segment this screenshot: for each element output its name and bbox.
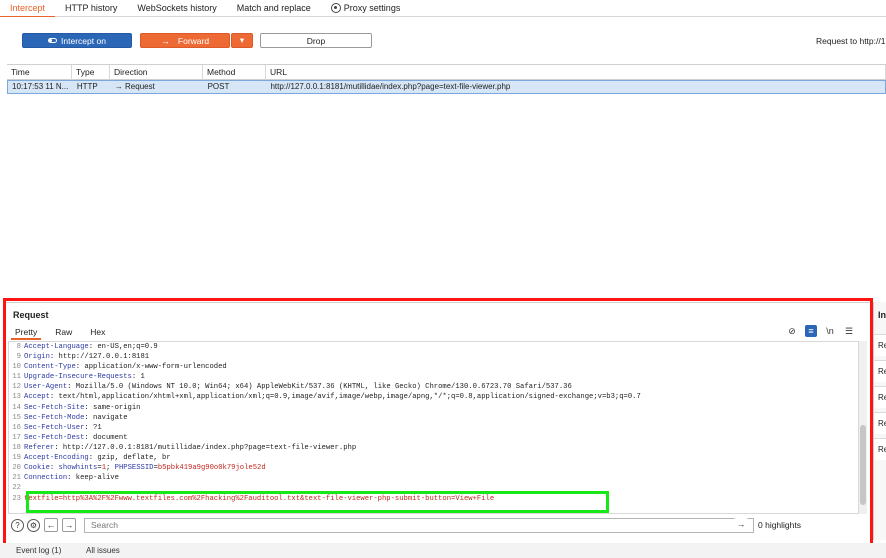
- arrow-right-icon: →: [114, 82, 126, 91]
- inspector-row[interactable]: Re: [874, 386, 886, 408]
- table-row[interactable]: 10:17:53 11 N... HTTP → Request POST htt…: [7, 80, 886, 94]
- cell-url: http://127.0.0.1:8181/mutillidae/index.p…: [270, 82, 511, 91]
- inspector-row[interactable]: Re: [874, 334, 886, 356]
- inspector-row[interactable]: Re: [874, 438, 886, 460]
- arrow-right-icon: →: [160, 35, 170, 46]
- gear-icon: [330, 3, 341, 13]
- tab-http-history[interactable]: HTTP history: [55, 0, 127, 17]
- forward-label: Forward: [177, 35, 210, 46]
- inspector-title: Ins: [878, 310, 886, 320]
- table-header: Time Type Direction Method URL: [7, 65, 886, 80]
- forward-button[interactable]: → Forward: [140, 33, 230, 48]
- request-target-label: Request to http://1: [816, 36, 886, 46]
- cell-method: POST: [207, 82, 230, 91]
- toggle-icon: [48, 38, 58, 43]
- intercept-toggle-button[interactable]: Intercept on: [22, 33, 132, 48]
- tab-proxy-settings[interactable]: Proxy settings: [321, 0, 411, 17]
- inspector-row[interactable]: Re: [874, 412, 886, 434]
- intercept-label: Intercept on: [61, 35, 106, 46]
- bottom-bar: Event log (1) All issues: [0, 543, 886, 558]
- tab-intercept[interactable]: Intercept: [0, 0, 56, 18]
- column-header-method[interactable]: Method: [203, 65, 266, 80]
- chevron-down-icon: ▾: [239, 35, 245, 45]
- intercept-toolbar: Intercept on → Forward ▾ Drop Request to…: [0, 17, 886, 62]
- cell-direction: → Request: [111, 81, 204, 93]
- tab-event-log[interactable]: Event log (1): [16, 546, 61, 555]
- inspector-panel: Ins Re Re Re Re Re: [873, 302, 886, 540]
- intercept-table: Time Type Direction Method URL 10:17:53 …: [7, 64, 886, 296]
- proxy-tabs: Intercept HTTP history WebSockets histor…: [0, 0, 886, 18]
- request-highlight-box: [3, 298, 873, 548]
- column-header-type[interactable]: Type: [72, 65, 110, 80]
- column-header-direction[interactable]: Direction: [110, 65, 203, 80]
- cell-type: HTTP: [76, 82, 98, 91]
- forward-dropdown-button[interactable]: ▾: [231, 33, 253, 48]
- tab-websockets-history[interactable]: WebSockets history: [127, 0, 226, 17]
- column-header-time[interactable]: Time: [7, 65, 72, 80]
- drop-button[interactable]: Drop: [260, 33, 372, 48]
- cell-time: 10:17:53 11 N...: [12, 82, 69, 91]
- proxy-settings-label: Proxy settings: [343, 3, 401, 13]
- tab-all-issues[interactable]: All issues: [86, 546, 120, 555]
- inspector-row[interactable]: Re: [874, 360, 886, 382]
- column-header-url[interactable]: URL: [266, 65, 886, 80]
- tab-match-and-replace[interactable]: Match and replace: [227, 0, 321, 17]
- direction-text: Request: [125, 82, 155, 91]
